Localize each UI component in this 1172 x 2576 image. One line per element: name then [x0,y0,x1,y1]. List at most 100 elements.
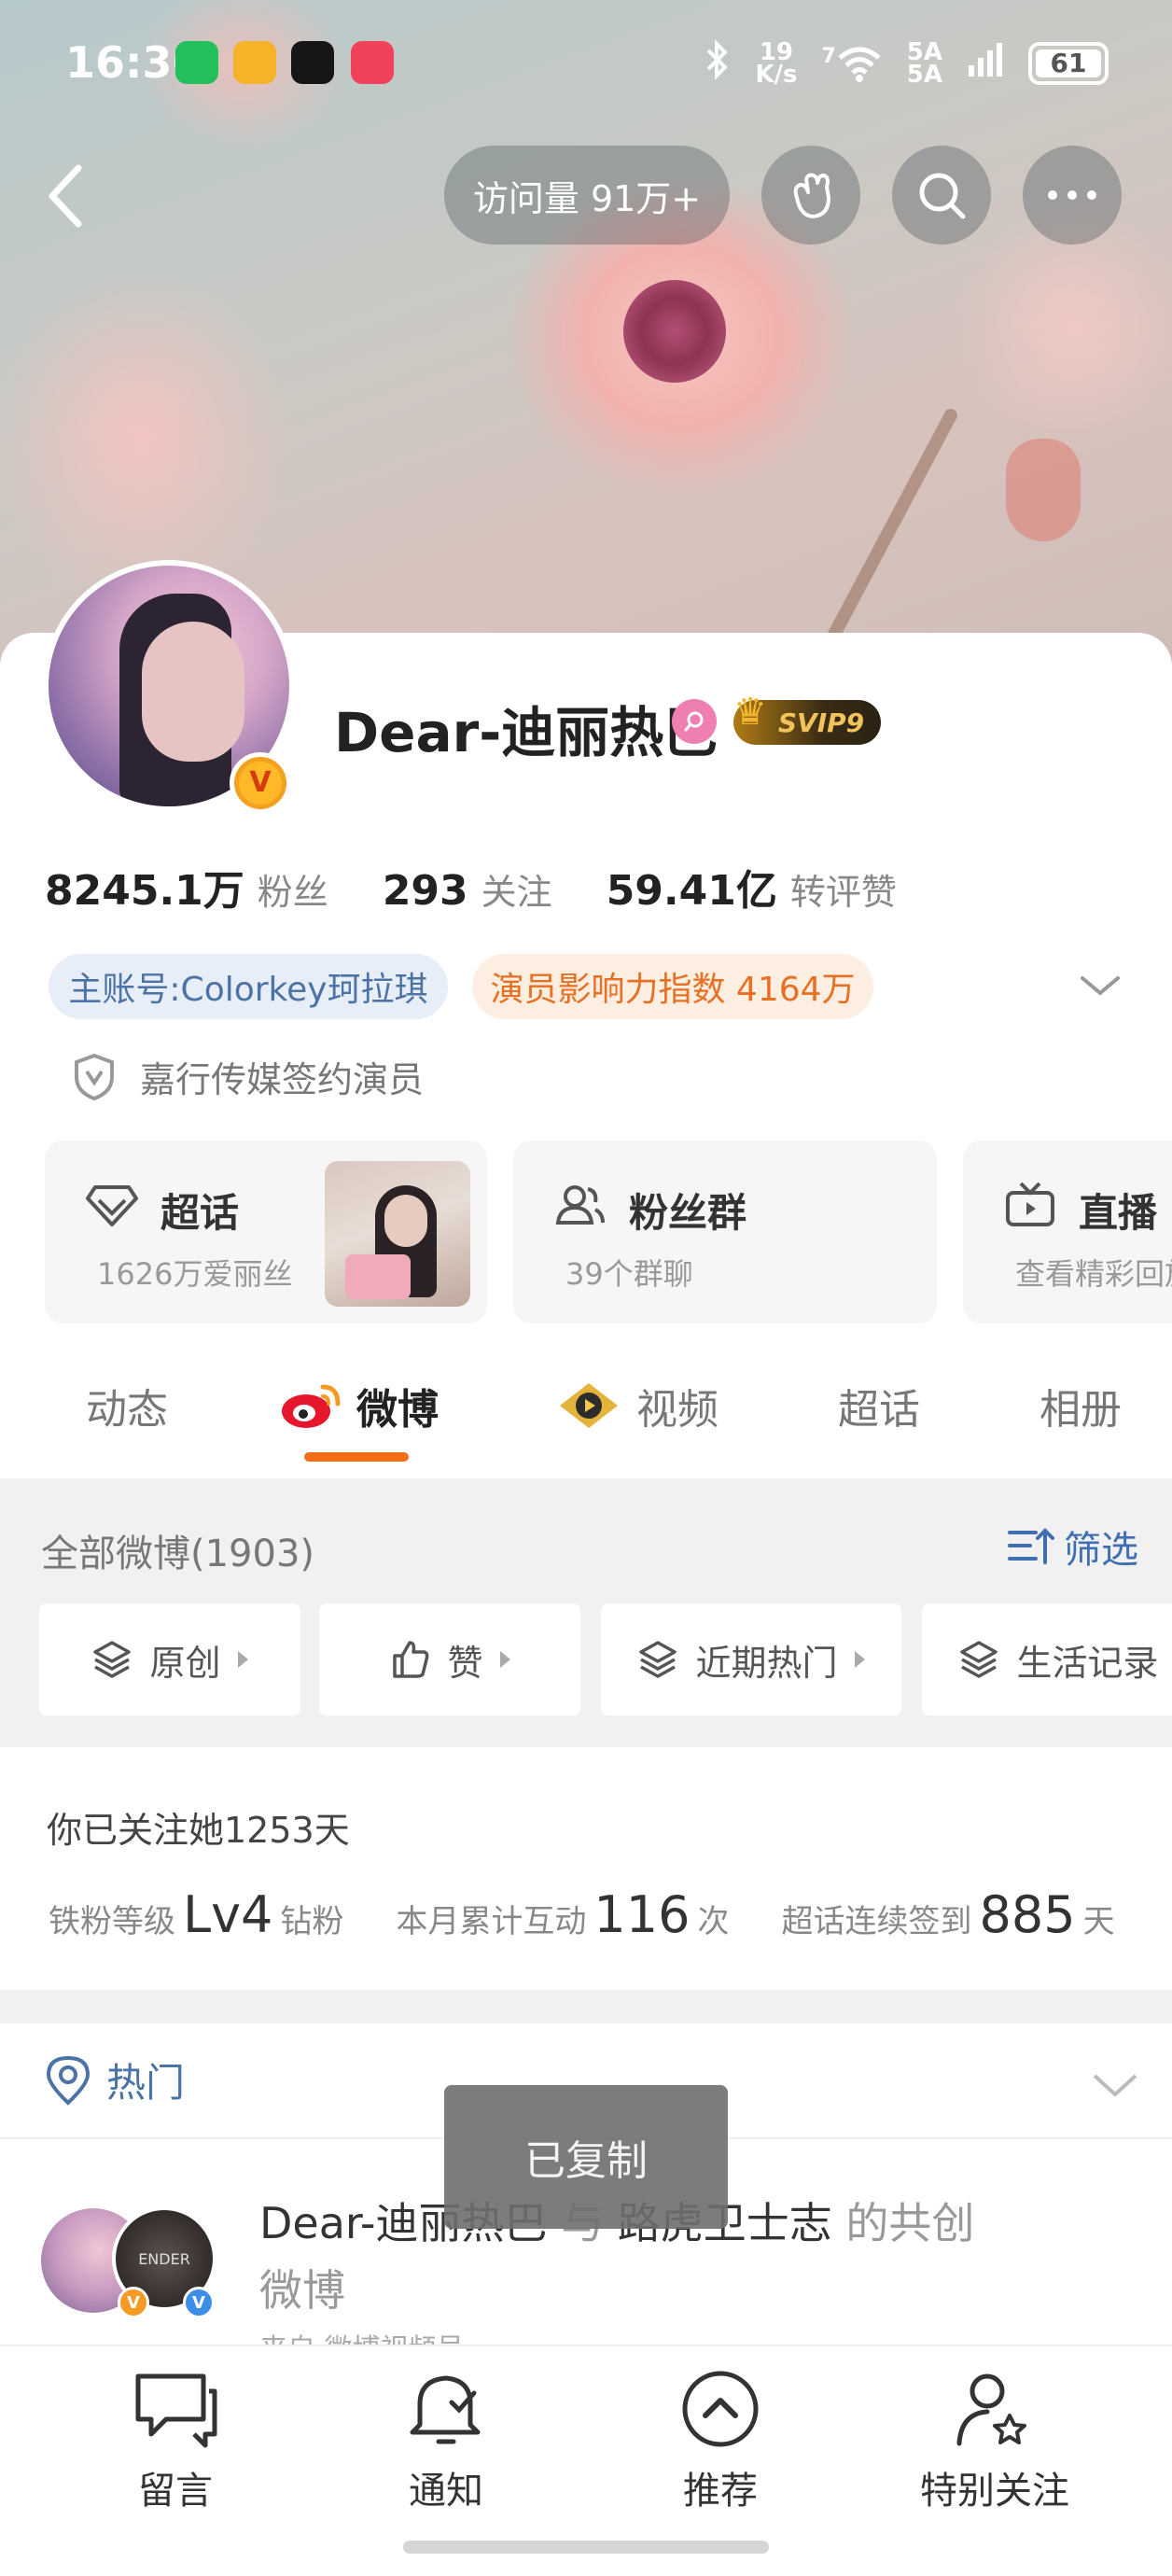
special-follow-button[interactable]: 特别关注 [901,2367,1088,2514]
filter-label: 筛选 [1064,1529,1138,1572]
interact-unit: 次 [697,1903,730,1940]
tab-video[interactable]: 视频 [554,1376,719,1435]
chip-label: 原创 [149,1642,221,1684]
feature-tiles: 超话 1626万爱丽丝 粉丝群 39个群聊 直播 查看精彩回放 [45,1141,1172,1323]
net-speed-unit: K/s [755,60,798,89]
video-icon [560,1383,618,1428]
visit-count-pill[interactable]: 访问量 91万+ [444,146,730,245]
fan-group-tile[interactable]: 粉丝群 39个群聊 [513,1141,937,1323]
supertopic-photo [325,1161,470,1307]
chevron-down-icon [1093,2074,1137,2097]
special-follow-label: 特别关注 [920,2470,1069,2513]
search-badge-icon[interactable] [672,699,717,744]
tile-subtitle: 1626万爱丽丝 [97,1256,293,1292]
chip-label: 近期热门 [695,1642,838,1684]
message-button[interactable]: 留言 [82,2367,269,2514]
live-tile[interactable]: 直播 查看精彩回放 [963,1141,1172,1323]
tab-supertopic[interactable]: 超话 [838,1376,920,1435]
greet-button[interactable] [761,146,860,245]
shield-icon [75,1053,114,1100]
tab-label: 超话 [838,1386,920,1434]
hot-expand-icon[interactable] [1092,2072,1138,2098]
notify-label: 通知 [409,2470,483,2513]
signed-text: 嘉行传媒签约演员 [140,1059,425,1100]
tab-label: 视频 [636,1386,719,1434]
wifi-icon: 7 [821,45,882,82]
chip-original[interactable]: 原创 [39,1603,300,1715]
flower-center [623,280,726,383]
tile-title: 超话 [160,1190,240,1236]
sort-icon [1008,1528,1054,1564]
layers-icon [93,1641,132,1679]
search-icon [919,173,966,219]
expand-profile-button[interactable] [1079,967,1122,1004]
tab-dynamic[interactable]: 动态 [86,1376,168,1435]
avatar-text: ENDER [138,2249,190,2268]
signal-1: 5A [906,37,942,66]
more-button[interactable] [1023,146,1122,245]
following-count[interactable]: 293 [383,867,468,915]
weibo-app-icon [233,41,276,84]
tab-album[interactable]: 相册 [1039,1376,1122,1435]
net-speed-value: 19 [759,37,793,66]
battery-icon: 61 [1028,41,1109,85]
avatar-face [142,622,244,762]
location-hot-icon [46,2055,91,2106]
status-bar: 16:36 19 K/s 7 5A 5A 61 [0,0,1172,131]
all-weibo-count: 全部微博(1903) [41,1533,315,1575]
interact-value: 116 [593,1885,691,1944]
verified-blue-icon: V [183,2287,215,2318]
back-button[interactable] [41,161,93,231]
interact-label: 本月累计互动 [396,1903,587,1940]
fan-level-suffix: 钻粉 [280,1903,344,1940]
fan-level-label: 铁粉等级 [49,1903,175,1940]
chip-liked[interactable]: 赞 [319,1603,580,1715]
thumb-up-icon [393,1641,429,1678]
search-button[interactable] [892,146,991,245]
triangle-right-icon [237,1651,248,1668]
supertopic-tile[interactable]: 超话 1626万爱丽丝 [45,1141,487,1323]
influence-tag[interactable]: 演员影响力指数 4164万 [472,954,873,1019]
fan-level-value: Lv4 [183,1885,273,1944]
hot-text: 热门 [106,2060,186,2106]
chevron-left-icon [49,164,82,228]
status-right: 19 K/s 7 5A 5A 61 [703,39,1109,87]
section-divider [0,1990,1172,2023]
triangle-right-icon [854,1651,865,1668]
fans-count[interactable]: 8245.1万 [45,857,244,917]
tab-label: 相册 [1039,1386,1122,1434]
copied-toast: 已复制 [444,2085,728,2229]
tab-weibo[interactable]: 微博 [278,1376,439,1435]
notify-button[interactable]: 通知 [353,2367,539,2514]
fan-info-card[interactable]: 你已关注她1253天 铁粉等级 Lv4 钻粉 本月累计互动 116 次 超话连续… [0,1747,1172,1990]
wave-hand-icon [793,173,830,218]
tile-title: 直播 [1079,1190,1158,1236]
chip-recent-hot[interactable]: 近期热门 [601,1603,901,1715]
profile-stats: 8245.1万 粉丝 293 关注 59.41亿 转评赞 [45,857,951,917]
home-indicator[interactable] [403,2541,769,2554]
likes-label: 转评赞 [789,872,897,913]
verified-badge-icon: V [230,752,291,814]
more-dots-icon [1048,190,1096,200]
tile-title: 粉丝群 [629,1190,747,1236]
chip-life-record[interactable]: 生活记录 [922,1603,1172,1715]
likes-count[interactable]: 59.41亿 [607,857,777,917]
signal-bars-icon [967,41,1004,85]
bluetooth-icon [703,39,731,87]
photo-cake [345,1254,411,1299]
recommend-button[interactable]: 推荐 [627,2367,814,2514]
bell-icon [410,2375,481,2444]
checkin-value: 885 [979,1885,1076,1944]
bottom-action-bar: 留言 通知 推荐 特别关注 [0,2345,1172,2576]
group-icon [555,1185,605,1225]
filter-button[interactable]: 筛选 [1006,1519,1138,1574]
user-star-icon [956,2373,1026,2446]
feed-filter-area: 全部微博(1903) 筛选 原创 赞 近期热门 生活记录 [0,1478,1172,1747]
photo-face [384,1195,427,1247]
fans-label: 粉丝 [257,872,328,913]
main-account-tag[interactable]: 主账号:Colorkey珂拉琪 [49,954,448,1019]
wifi-level: 7 [821,44,836,68]
fan-stats: 铁粉等级 Lv4 钻粉 本月累计互动 116 次 超话连续签到 885 天 [49,1885,1115,1944]
reader-app-icon [351,41,394,84]
layers-icon [960,1641,998,1679]
